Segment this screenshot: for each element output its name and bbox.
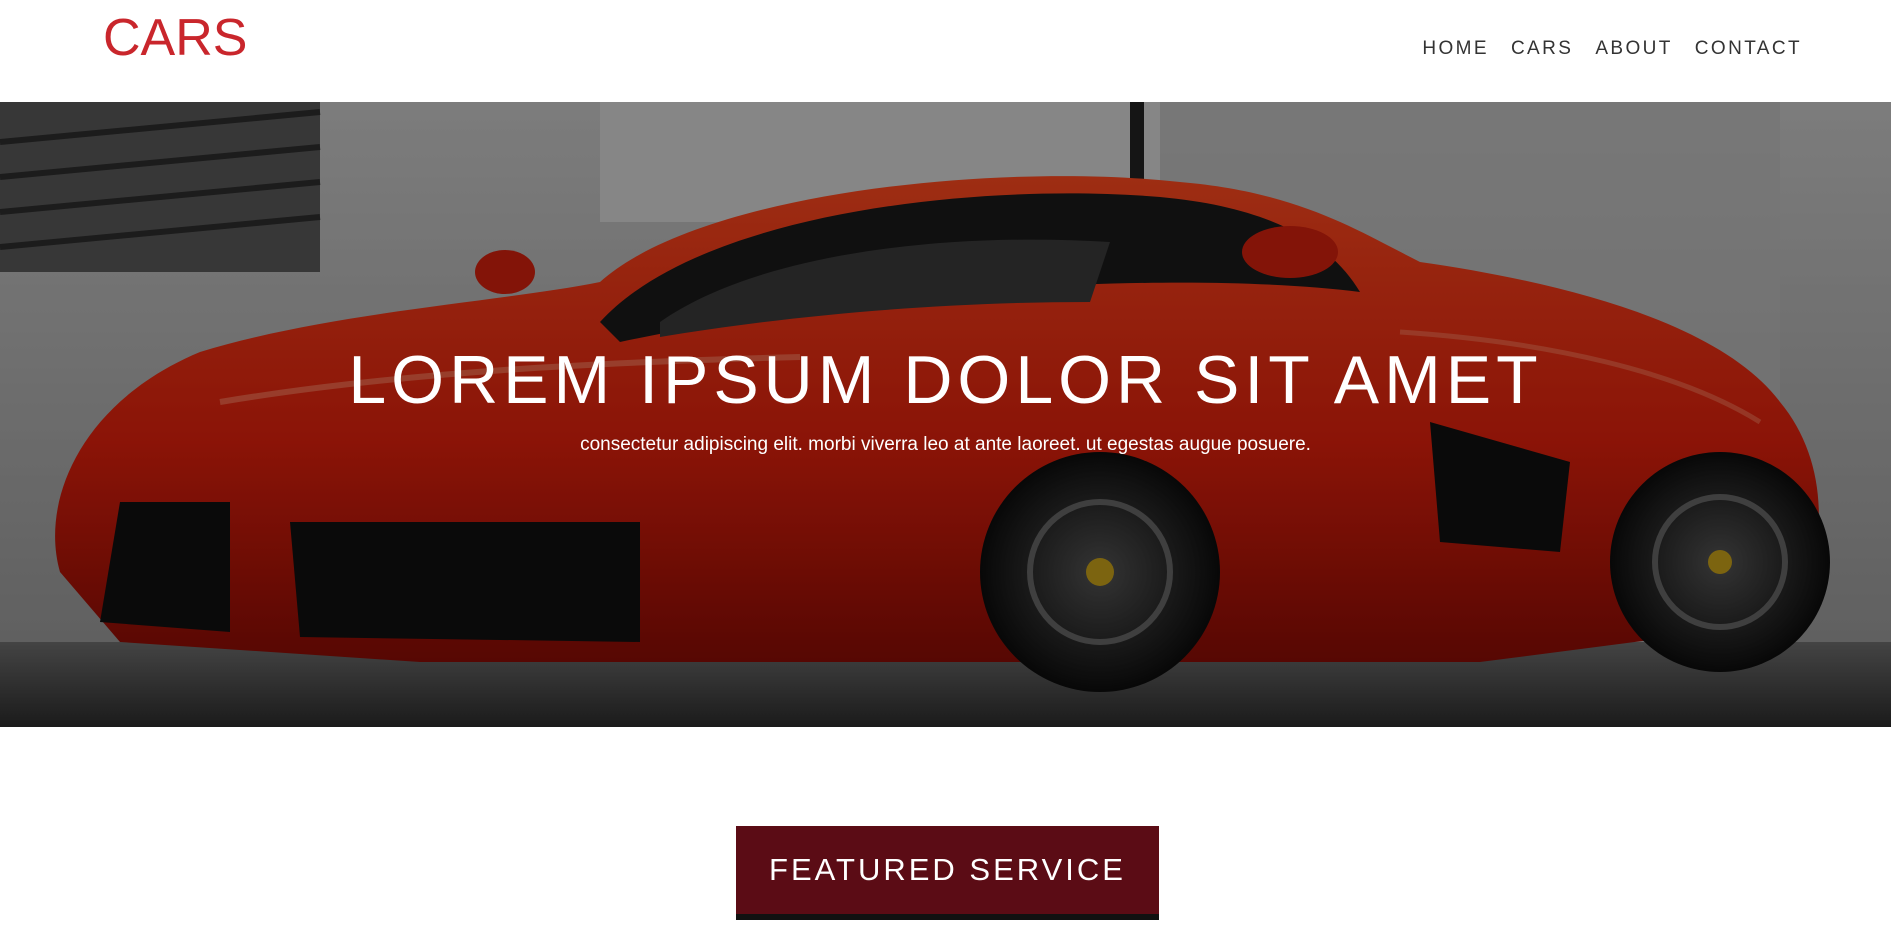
site-logo[interactable]: CARS: [103, 8, 247, 68]
nav-home[interactable]: HOME: [1422, 36, 1489, 62]
hero-subtitle: consectetur adipiscing elit. morbi viver…: [580, 434, 1311, 455]
hero-banner: LOREM IPSUM DOLOR SIT AMET consectetur a…: [0, 102, 1891, 727]
nav-cars[interactable]: CARS: [1511, 36, 1573, 62]
nav-contact[interactable]: CONTACT: [1695, 36, 1802, 62]
hero-title: LOREM IPSUM DOLOR SIT AMET: [348, 342, 1543, 418]
main-nav: HOME CARS ABOUT CONTACT: [1422, 36, 1802, 62]
nav-about[interactable]: ABOUT: [1595, 36, 1672, 62]
featured-service-button[interactable]: FEATURED SERVICE: [736, 826, 1159, 920]
site-header: CARS HOME CARS ABOUT CONTACT: [0, 0, 1891, 102]
